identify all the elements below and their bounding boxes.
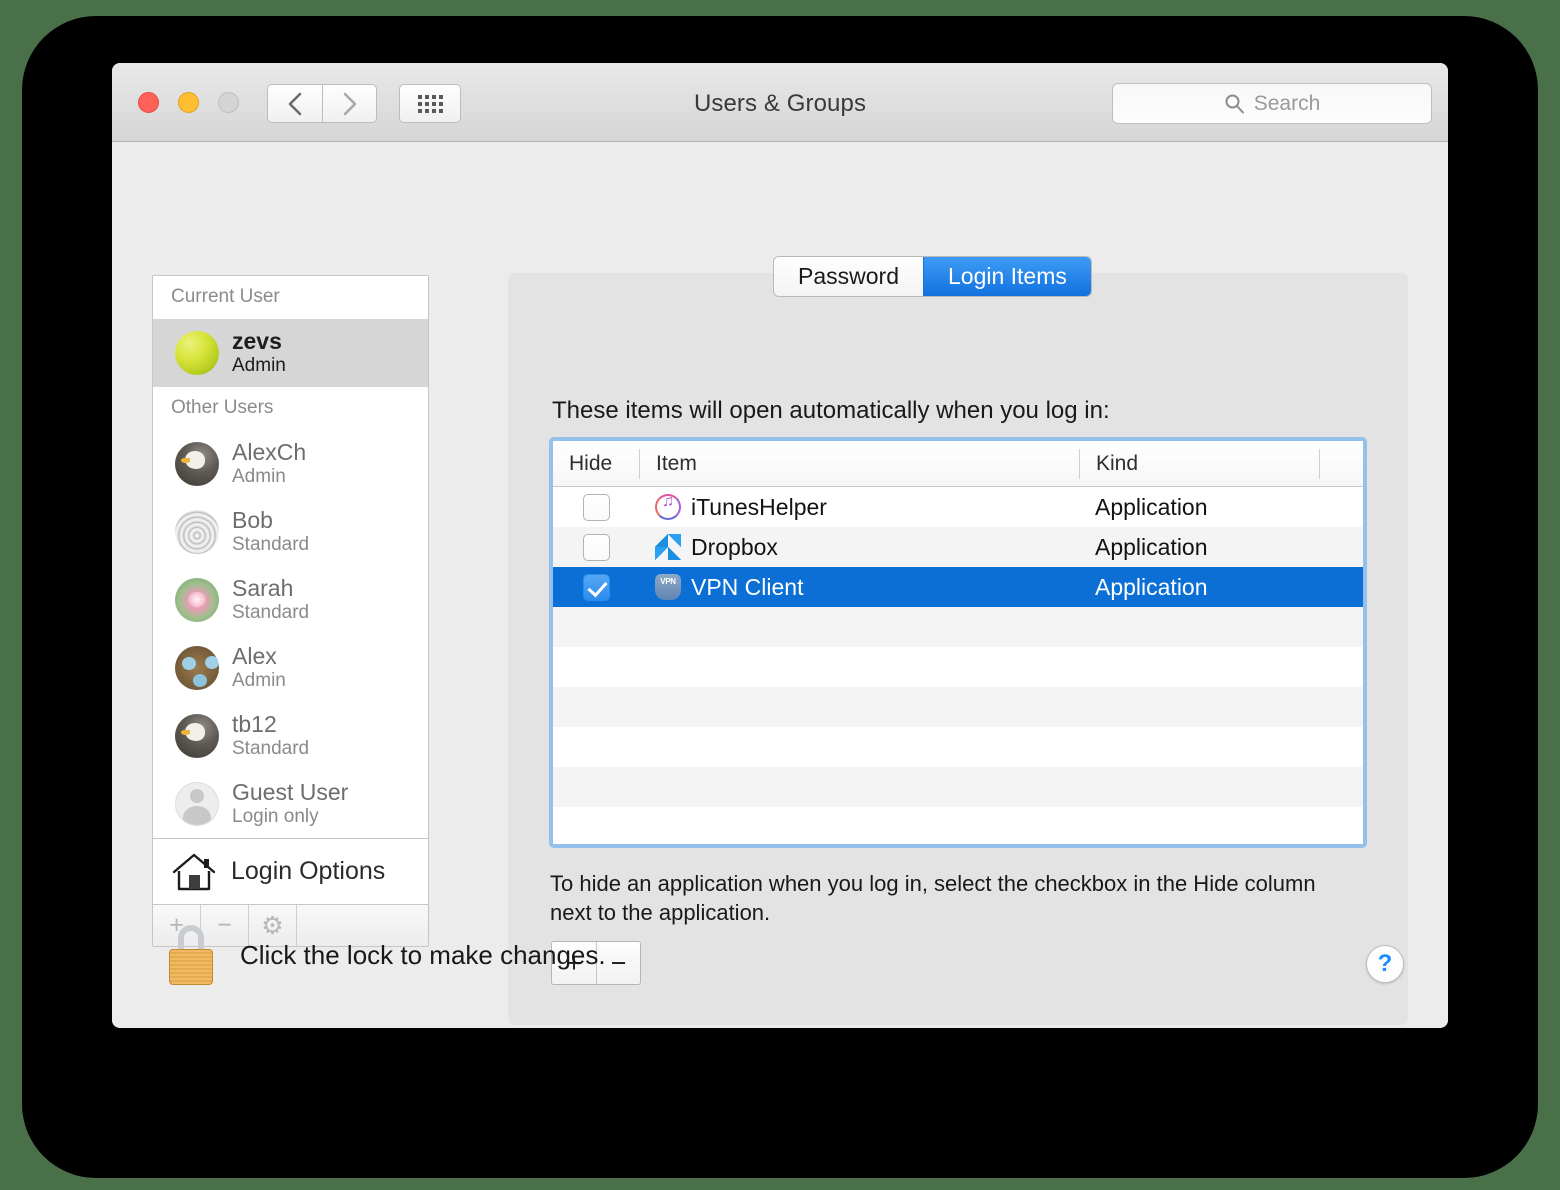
user-name: Sarah [232, 574, 294, 601]
guest-silhouette-avatar [175, 781, 219, 826]
current-user-header: Current User [153, 276, 428, 319]
desktop-background: Users & Groups Search Current User zevs … [0, 0, 1560, 1190]
search-input[interactable]: Search [1112, 83, 1432, 124]
column-header-extra[interactable] [1319, 448, 1363, 479]
kind-label: Application [1095, 533, 1208, 560]
sidebar-user-bob[interactable]: Bob Standard [153, 498, 428, 566]
itunes-icon [655, 493, 681, 520]
user-role: Admin [232, 669, 286, 691]
user-name: tb12 [232, 710, 277, 737]
hide-cell[interactable] [553, 533, 639, 561]
hide-cell[interactable] [553, 493, 639, 521]
user-role: Standard [232, 737, 310, 759]
login-options-label: Login Options [231, 857, 386, 885]
user-name: zevs [232, 327, 282, 354]
dropbox-icon [655, 534, 681, 560]
tennis-ball-avatar [175, 330, 219, 375]
kind-cell: Application [1079, 494, 1319, 521]
user-name: Alex [232, 642, 277, 669]
lotus-flower-avatar [175, 577, 219, 622]
window-titlebar: Users & Groups Search [112, 63, 1448, 142]
tab-password[interactable]: Password [774, 257, 923, 296]
table-row[interactable]: Dropbox Application [553, 527, 1363, 567]
tab-login-items[interactable]: Login Items [922, 257, 1091, 296]
user-role: Standard [232, 601, 310, 623]
item-label: Dropbox [691, 533, 778, 560]
empty-table-row [553, 727, 1363, 767]
hide-checkbox[interactable] [582, 533, 610, 561]
sidebar-user-zevs[interactable]: zevs Admin [153, 319, 428, 387]
empty-table-row [553, 647, 1363, 687]
user-role: Standard [232, 533, 310, 555]
other-users-list: AlexCh Admin Bob Standard Sarah Standard… [153, 430, 428, 838]
window-content: Current User zevs Admin Other Users Alex… [112, 142, 1448, 1027]
panel-intro-text: These items will open automatically when… [552, 397, 1110, 424]
item-label: VPN Client [691, 573, 804, 600]
login-options-item[interactable]: Login Options [153, 838, 428, 904]
help-button[interactable]: ? [1366, 945, 1404, 983]
hide-checkbox[interactable] [582, 493, 610, 521]
sidebar-user-alex[interactable]: Alex Admin [153, 634, 428, 702]
users-sidebar: Current User zevs Admin Other Users Alex… [152, 275, 429, 947]
user-name: Guest User [232, 778, 349, 805]
item-label: iTunesHelper [691, 493, 827, 520]
table-row[interactable]: VPN VPN Client Application [553, 567, 1363, 607]
item-cell: VPN VPN Client [639, 574, 1079, 601]
kind-label: Application [1095, 573, 1208, 600]
item-cell: iTunesHelper [639, 493, 1079, 521]
user-role: Login only [232, 805, 319, 827]
sidebar-user-guest[interactable]: Guest User Login only [153, 770, 428, 838]
user-name: Bob [232, 506, 273, 533]
empty-table-row [553, 767, 1363, 807]
kind-label: Application [1095, 493, 1208, 520]
sidebar-user-alexch[interactable]: AlexCh Admin [153, 430, 428, 498]
login-items-table[interactable]: Hide Item Kind iTunesHelper [549, 437, 1367, 848]
column-header-item[interactable]: Item [639, 448, 1079, 479]
sidebar-user-tb12[interactable]: tb12 Standard [153, 702, 428, 770]
search-placeholder: Search [1253, 91, 1321, 115]
other-users-header: Other Users [153, 387, 428, 430]
hide-cell[interactable] [553, 573, 639, 601]
empty-table-row [553, 687, 1363, 727]
kind-cell: Application [1079, 574, 1319, 601]
column-header-hide[interactable]: Hide [553, 449, 639, 479]
item-cell: Dropbox [639, 534, 1079, 561]
table-row[interactable]: iTunesHelper Application [553, 487, 1363, 527]
column-header-kind[interactable]: Kind [1079, 448, 1319, 479]
empty-table-row [553, 607, 1363, 647]
user-role: Admin [232, 354, 286, 376]
sidebar-user-sarah[interactable]: Sarah Standard [153, 566, 428, 634]
kind-cell: Application [1079, 534, 1319, 561]
fingerprint-avatar [175, 509, 219, 554]
system-preferences-window: Users & Groups Search Current User zevs … [112, 63, 1448, 1028]
lock-icon[interactable] [167, 925, 215, 985]
lock-control[interactable]: Click the lock to make changes. [167, 925, 606, 985]
lock-text: Click the lock to make changes. [240, 939, 606, 970]
eagle-avatar [175, 713, 219, 758]
house-icon [172, 853, 216, 890]
login-items-panel: These items will open automatically when… [508, 273, 1408, 1025]
eagle-avatar [175, 441, 219, 486]
user-role: Admin [232, 465, 286, 487]
vpn-shield-icon: VPN [655, 574, 681, 600]
search-icon [1225, 94, 1244, 114]
user-name: AlexCh [232, 438, 307, 465]
empty-table-row [553, 807, 1363, 844]
hide-checkbox[interactable] [582, 573, 610, 601]
panel-hint-text: To hide an application when you log in, … [550, 871, 1316, 926]
preference-tabs: Password Login Items [773, 256, 1092, 297]
bird-nest-avatar [175, 645, 219, 690]
table-header-row: Hide Item Kind [553, 441, 1363, 487]
